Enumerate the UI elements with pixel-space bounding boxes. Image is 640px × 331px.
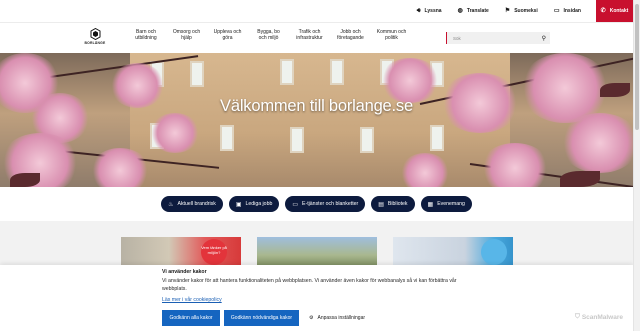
hero-title: Välkommen till borlange.se: [220, 97, 413, 115]
nav-label-line2: och miljö: [258, 35, 279, 41]
contact-label: Kontakt: [609, 8, 629, 14]
nav-label-line2: göra: [222, 35, 233, 41]
contact-button[interactable]: ✆ Kontakt: [596, 0, 633, 22]
accept-necessary-cookies-button[interactable]: Godkänn nödvändiga kakor: [224, 310, 299, 326]
logo-text: BORLÄNGE: [84, 41, 106, 45]
nav-item-barn-utbildning[interactable]: Barn och utbildning: [126, 29, 166, 41]
news-card-3[interactable]: [393, 237, 513, 267]
intranet-label: Insidan: [563, 8, 581, 14]
finnish-label: Suomeksi: [514, 8, 538, 14]
book-icon: ▤: [378, 201, 384, 208]
nav-item-trafik-infrastruktur[interactable]: Trafik och infrastruktur: [289, 29, 330, 41]
listen-label: Lyssna: [424, 8, 442, 14]
accept-all-cookies-button[interactable]: Godkänn alla kakor: [162, 310, 220, 326]
nav-item-omsorg-hjalp[interactable]: Omsorg och hjälp: [166, 29, 207, 41]
nav-label-line2: företagande: [337, 35, 364, 41]
adjust-settings-label: Anpassa inställningar: [317, 315, 366, 321]
watermark: ⛉ ScanMalware: [575, 313, 623, 321]
search-icon[interactable]: ⚲: [542, 35, 546, 42]
quick-link-label: Aktuell brandrisk: [177, 201, 216, 207]
cookie-banner: Vi använder kakor Vi använder kakor för …: [0, 265, 633, 331]
quick-link-brandrisk[interactable]: ♨ Aktuell brandrisk: [161, 196, 223, 212]
site-header: BORLÄNGE Barn och utbildning Omsorg och …: [0, 22, 633, 53]
intranet-link[interactable]: ▭ Insidan: [554, 0, 581, 22]
flag-icon: ⚑: [504, 8, 511, 14]
watermark-text: ScanMalware: [581, 313, 623, 321]
translate-label: Translate: [466, 8, 489, 14]
finnish-link[interactable]: ⚑ Suomeksi: [505, 0, 538, 22]
globe-icon: ◍: [457, 8, 463, 14]
nav-label-line2: hjälp: [181, 35, 192, 41]
monitor-icon: ▭: [553, 8, 560, 14]
quick-link-label: E-tjänster och blanketter: [302, 201, 359, 207]
nav-item-jobb-foretagande[interactable]: Jobb och företagande: [330, 29, 371, 41]
quick-link-bibliotek[interactable]: ▤ Bibliotek: [371, 196, 415, 212]
nav-label-line2: politik: [385, 35, 398, 41]
card-badge: Vem tänker på miljön?: [201, 239, 227, 265]
speaker-icon: 🔊︎: [416, 8, 421, 14]
quick-link-e-tjanster[interactable]: ▭ E-tjänster och blanketter: [285, 196, 366, 212]
nav-item-kommun-politik[interactable]: Kommun och politik: [371, 29, 412, 41]
nav-item-uppleva-gora[interactable]: Uppleva och göra: [207, 29, 248, 41]
translate-link[interactable]: ◍ Translate: [458, 0, 489, 22]
quick-link-label: Lediga jobb: [245, 201, 273, 207]
quick-link-label: Evenemang: [437, 201, 465, 207]
nav-item-bygga-bo-miljo[interactable]: Bygga, bo och miljö: [248, 29, 289, 41]
quick-link-evenemang[interactable]: ▦ Evenemang: [420, 196, 472, 212]
nav-label-line2: infrastruktur: [296, 35, 323, 41]
nav-label-line2: utbildning: [135, 35, 157, 41]
borlange-logo[interactable]: BORLÄNGE: [84, 28, 106, 45]
cookie-title: Vi använder kakor: [162, 269, 207, 275]
adjust-settings-button[interactable]: ⚙ Anpassa inställningar: [309, 310, 365, 326]
cookie-text: Vi använder kakor för att hantera funkti…: [162, 278, 457, 292]
card-badge-graphic: [481, 239, 507, 265]
calendar-icon: ▦: [427, 201, 434, 208]
page-scrollbar[interactable]: [633, 0, 640, 331]
logo-emblem-icon: [90, 28, 100, 40]
phone-icon: ✆: [600, 8, 606, 14]
top-utility-bar: 🔊︎ Lyssna ◍ Translate ⚑ Suomeksi ▭ Insid…: [0, 0, 633, 22]
flame-icon: ♨: [168, 201, 174, 208]
listen-link[interactable]: 🔊︎ Lyssna: [417, 0, 442, 22]
hero-banner: Välkommen till borlange.se: [0, 53, 633, 187]
cookie-policy-link[interactable]: Läs mer i vår cookiepolicy: [162, 297, 222, 303]
sliders-icon: ⚙: [309, 315, 314, 321]
page: 🔊︎ Lyssna ◍ Translate ⚑ Suomeksi ▭ Insid…: [0, 0, 640, 331]
scrollbar-thumb[interactable]: [635, 4, 639, 130]
search-box: ⚲: [446, 32, 550, 44]
news-card-2[interactable]: [257, 237, 377, 267]
news-card-1[interactable]: Vem tänker på miljön?: [121, 237, 241, 267]
quick-link-label: Bibliotek: [387, 201, 408, 207]
briefcase-icon: ▣: [235, 201, 242, 208]
quick-link-lediga-jobb[interactable]: ▣ Lediga jobb: [228, 196, 280, 212]
laptop-icon: ▭: [292, 201, 299, 208]
quick-links: ♨ Aktuell brandrisk ▣ Lediga jobb ▭ E-tj…: [0, 196, 633, 212]
search-input[interactable]: [453, 35, 523, 41]
shield-icon: ⛉: [574, 313, 580, 320]
main-nav: Barn och utbildning Omsorg och hjälp Upp…: [126, 29, 412, 41]
